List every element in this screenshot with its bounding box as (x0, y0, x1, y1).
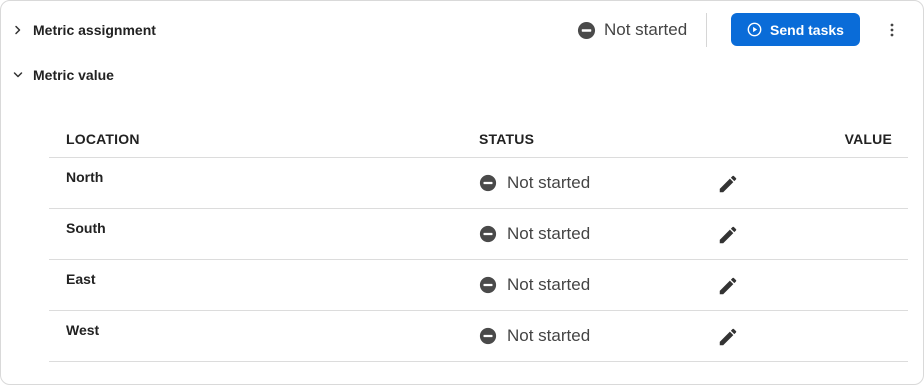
minus-circle-icon (479, 327, 497, 345)
column-header-location: LOCATION (66, 131, 140, 147)
play-circle-icon (747, 22, 762, 37)
metric-value-header[interactable]: Metric value (1, 63, 114, 87)
minus-circle-icon (479, 174, 497, 192)
table-row: West Not started (49, 311, 908, 362)
chevron-down-icon[interactable] (7, 64, 29, 86)
status-text: Not started (507, 224, 591, 243)
kebab-menu-icon[interactable] (881, 17, 903, 43)
assignment-status-text: Not started (604, 20, 688, 39)
send-tasks-button[interactable]: Send tasks (731, 13, 860, 46)
status-cell: Not started (479, 224, 590, 244)
column-header-value: VALUE (844, 131, 892, 147)
minus-circle-icon (479, 276, 497, 294)
table-header: LOCATION STATUS VALUE (49, 119, 908, 158)
pencil-icon[interactable] (716, 274, 740, 298)
chevron-right-icon[interactable] (7, 19, 29, 41)
location-cell: South (66, 220, 106, 236)
table-row: North Not started (49, 158, 908, 209)
location-cell: East (66, 271, 96, 287)
metric-assignment-header[interactable]: Metric assignment (1, 18, 156, 42)
metric-assignment-title: Metric assignment (33, 22, 156, 38)
pencil-icon[interactable] (716, 223, 740, 247)
status-text: Not started (507, 275, 591, 294)
column-header-status: STATUS (479, 131, 535, 147)
status-cell: Not started (479, 326, 590, 346)
status-text: Not started (507, 173, 591, 192)
status-cell: Not started (479, 173, 590, 193)
table-row: South Not started (49, 209, 908, 260)
location-table: LOCATION STATUS VALUE North Not started … (49, 119, 908, 362)
location-cell: West (66, 322, 100, 338)
status-text: Not started (507, 326, 591, 345)
minus-circle-icon (577, 21, 596, 39)
header-divider (706, 13, 707, 47)
assignment-status: Not started (577, 18, 687, 42)
pencil-icon[interactable] (716, 325, 740, 349)
metric-value-title: Metric value (33, 67, 114, 83)
send-tasks-label: Send tasks (770, 21, 844, 38)
status-cell: Not started (479, 275, 590, 295)
pencil-icon[interactable] (716, 172, 740, 196)
metric-card: Metric assignment Not started Send tasks… (0, 0, 924, 385)
minus-circle-icon (479, 225, 497, 243)
location-cell: North (66, 169, 104, 185)
table-row: East Not started (49, 260, 908, 311)
